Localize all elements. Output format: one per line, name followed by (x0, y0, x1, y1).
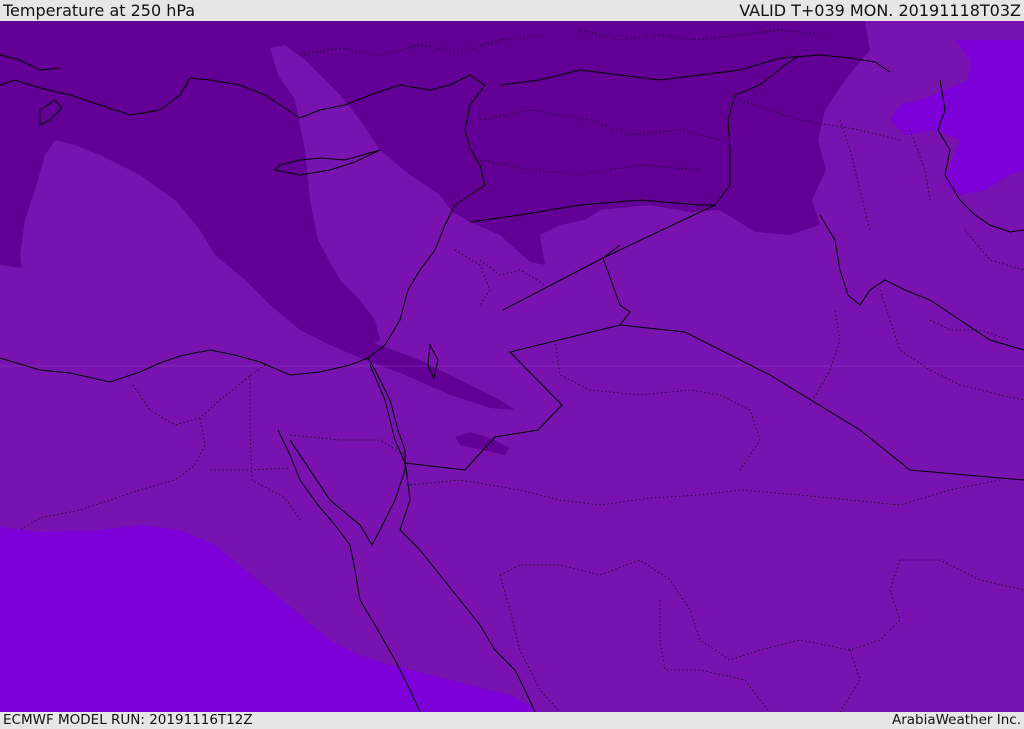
model-run-label: ECMWF MODEL RUN: 20191116T12Z (3, 712, 253, 728)
forecast-map-frame: Temperature at 250 hPa VALID T+039 MON. … (0, 0, 1024, 729)
header-bar: Temperature at 250 hPa VALID T+039 MON. … (0, 0, 1024, 21)
credit-label: ArabiaWeather Inc. (891, 712, 1021, 728)
footer-bar: ECMWF MODEL RUN: 20191116T12Z ArabiaWeat… (0, 712, 1024, 729)
map-title: Temperature at 250 hPa (3, 1, 196, 20)
valid-time-label: VALID T+039 MON. 20191118T03Z (739, 1, 1021, 20)
temperature-map (0, 21, 1024, 712)
